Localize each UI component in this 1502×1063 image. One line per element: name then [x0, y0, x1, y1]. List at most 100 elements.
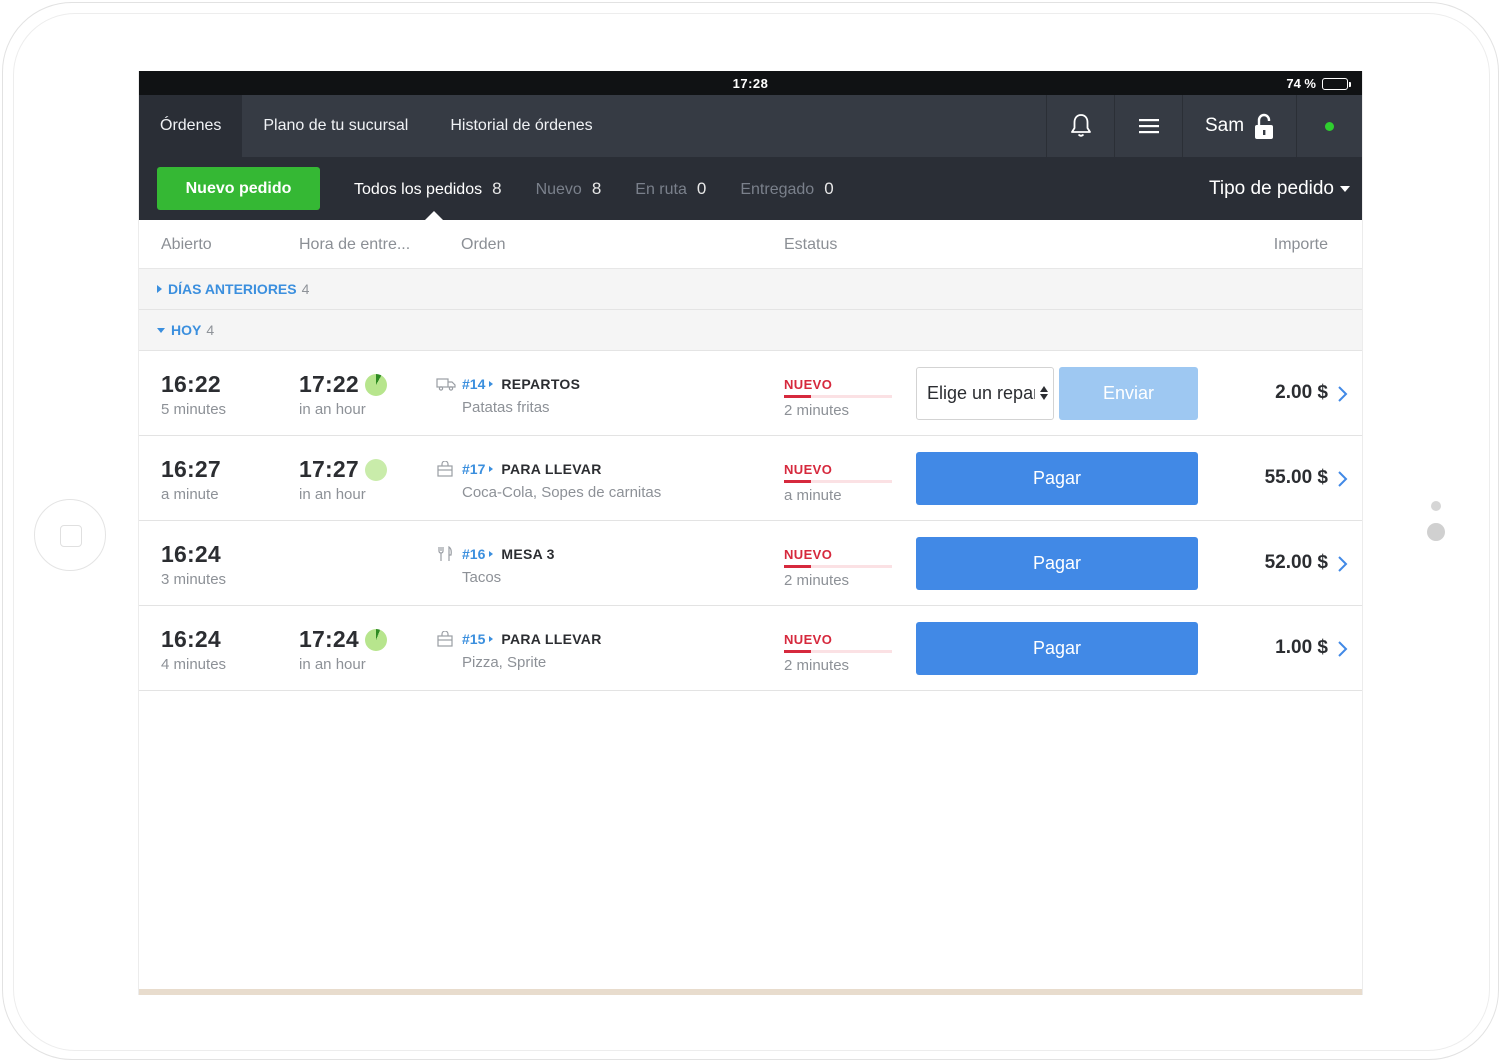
- group-count: 4: [301, 281, 310, 297]
- opened-time: 16:27: [161, 456, 221, 482]
- delivery-time: 17:22: [299, 371, 359, 397]
- tab-floor-plan[interactable]: Plano de tu sucursal: [242, 95, 429, 157]
- status-ago: 2 minutes: [784, 402, 850, 419]
- filter-new[interactable]: Nuevo 8: [536, 179, 602, 199]
- camera-lens: [1427, 523, 1445, 541]
- order-row[interactable]: 16:24 4 minutes 17:24 in an hour #15 PAR…: [139, 606, 1362, 691]
- group-count: 4: [206, 322, 215, 338]
- arrow-right-icon: [489, 551, 494, 557]
- order-type-dropdown[interactable]: Tipo de pedido: [1209, 178, 1350, 200]
- status-cell: NUEVO a minute: [784, 462, 892, 504]
- arrow-right-icon: [489, 636, 494, 642]
- chevron-right-icon[interactable]: [1334, 385, 1350, 403]
- home-button[interactable]: [34, 499, 106, 571]
- group-label: DÍAS ANTERIORES: [168, 281, 297, 297]
- status-progress-fill: [784, 480, 811, 483]
- filter-count: 0: [824, 178, 834, 198]
- order-items: Tacos: [462, 569, 502, 586]
- order-row[interactable]: 16:24 3 minutes #16 MESA 3 Tacos NUEVO 2…: [139, 521, 1362, 606]
- column-status[interactable]: Estatus: [784, 236, 837, 254]
- order-items: Patatas fritas: [462, 399, 550, 416]
- select-arrows-icon: [1040, 386, 1048, 400]
- user-lock-button[interactable]: Sam: [1182, 95, 1296, 157]
- chevron-right-icon[interactable]: [1334, 640, 1350, 658]
- menu-button[interactable]: [1114, 95, 1182, 157]
- status-cell: NUEVO 2 minutes: [784, 377, 892, 419]
- tab-label: Historial de órdenes: [450, 117, 593, 134]
- rider-select[interactable]: Elige un repartidor: [916, 367, 1054, 420]
- status-badge: NUEVO: [784, 462, 833, 477]
- arrow-right-icon: [489, 381, 494, 387]
- top-nav: Órdenes Plano de tu sucursal Historial d…: [139, 95, 1362, 157]
- status-bar: 17:28 74 %: [139, 71, 1362, 95]
- tab-label: Órdenes: [160, 117, 222, 134]
- status-progress-fill: [784, 395, 811, 398]
- status-progress: [784, 650, 892, 653]
- status-cell: NUEVO 2 minutes: [784, 547, 892, 589]
- delivery-in: in an hour: [299, 401, 366, 418]
- column-order[interactable]: Orden: [461, 236, 505, 254]
- opened-ago: 5 minutes: [161, 401, 227, 418]
- bottom-edge-strip: [139, 989, 1362, 995]
- filter-all-orders[interactable]: Todos los pedidos 8: [354, 179, 502, 199]
- column-open[interactable]: Abierto: [161, 236, 212, 254]
- hamburger-menu-icon: [1138, 119, 1159, 134]
- status-progress: [784, 480, 892, 483]
- pay-button[interactable]: Pagar: [916, 452, 1198, 505]
- battery-indicator: 74 %: [1286, 76, 1351, 91]
- new-order-button[interactable]: Nuevo pedido: [157, 167, 320, 210]
- opened-cell: 16:27 a minute: [161, 456, 221, 503]
- active-filter-pointer: [425, 211, 443, 220]
- chevron-right-icon[interactable]: [1334, 555, 1350, 573]
- pay-button[interactable]: Pagar: [916, 622, 1198, 675]
- order-cell: #15 PARA LLEVAR Pizza, Sprite: [436, 631, 602, 671]
- order-type-label: Tipo de pedido: [1208, 178, 1334, 199]
- order-cell: #17 PARA LLEVAR Coca-Cola, Sopes de carn…: [436, 461, 661, 501]
- order-number-link[interactable]: #15: [462, 631, 485, 647]
- order-number-link[interactable]: #16: [462, 546, 485, 562]
- filter-delivered[interactable]: Entregado 0: [740, 179, 833, 199]
- opened-time: 16:24: [161, 626, 221, 652]
- delivery-time: 17:27: [299, 456, 359, 482]
- group-today[interactable]: HOY 4: [139, 310, 1362, 351]
- column-delivery-time[interactable]: Hora de entre...: [299, 236, 410, 254]
- order-type: MESA 3: [501, 546, 555, 562]
- tab-label: Plano de tu sucursal: [263, 117, 409, 134]
- battery-icon: [1322, 77, 1351, 90]
- order-cell: #14 REPARTOS Patatas fritas: [436, 376, 580, 416]
- table-header: Abierto Hora de entre... Orden Estatus I…: [139, 220, 1362, 269]
- order-row[interactable]: 16:22 5 minutes 17:22 in an hour #14 REP…: [139, 351, 1362, 436]
- order-amount: 52.00 $: [1264, 552, 1328, 573]
- battery-percent: 74 %: [1286, 76, 1316, 91]
- status-badge: NUEVO: [784, 377, 833, 392]
- filter-count: 8: [591, 178, 602, 198]
- status-progress-fill: [784, 565, 811, 568]
- delivery-time: 17:24: [299, 626, 359, 652]
- order-number-link[interactable]: #17: [462, 461, 485, 477]
- rider-select-value: Elige un repartidor: [927, 383, 1035, 403]
- order-number-link[interactable]: #14: [462, 376, 485, 392]
- chevron-right-icon[interactable]: [1334, 470, 1350, 488]
- opened-cell: 16:22 5 minutes: [161, 371, 226, 418]
- pay-button[interactable]: Pagar: [916, 537, 1198, 590]
- unlock-icon: [1255, 113, 1274, 139]
- filter-label: Entregado: [740, 180, 815, 198]
- notifications-button[interactable]: [1046, 95, 1114, 157]
- group-label: HOY: [171, 322, 202, 338]
- tab-orders[interactable]: Órdenes: [139, 95, 243, 157]
- tab-order-history[interactable]: Historial de órdenes: [429, 95, 613, 157]
- opened-ago: 4 minutes: [161, 656, 227, 673]
- group-previous-days[interactable]: DÍAS ANTERIORES 4: [139, 269, 1362, 310]
- arrow-right-icon: [489, 466, 494, 472]
- filter-en-route[interactable]: En ruta 0: [635, 179, 706, 199]
- order-cell: #16 MESA 3 Tacos: [436, 546, 555, 586]
- order-row[interactable]: 16:27 a minute 17:27 in an hour #17 PARA…: [139, 436, 1362, 521]
- column-amount[interactable]: Importe: [1274, 236, 1328, 254]
- send-button[interactable]: Enviar: [1059, 367, 1198, 420]
- filter-label: Todos los pedidos: [354, 180, 483, 198]
- delivery-cell: 17:27 in an hour: [299, 456, 387, 503]
- filter-count: 8: [492, 178, 502, 198]
- opened-ago: 3 minutes: [161, 571, 227, 588]
- opened-ago: a minute: [161, 486, 219, 503]
